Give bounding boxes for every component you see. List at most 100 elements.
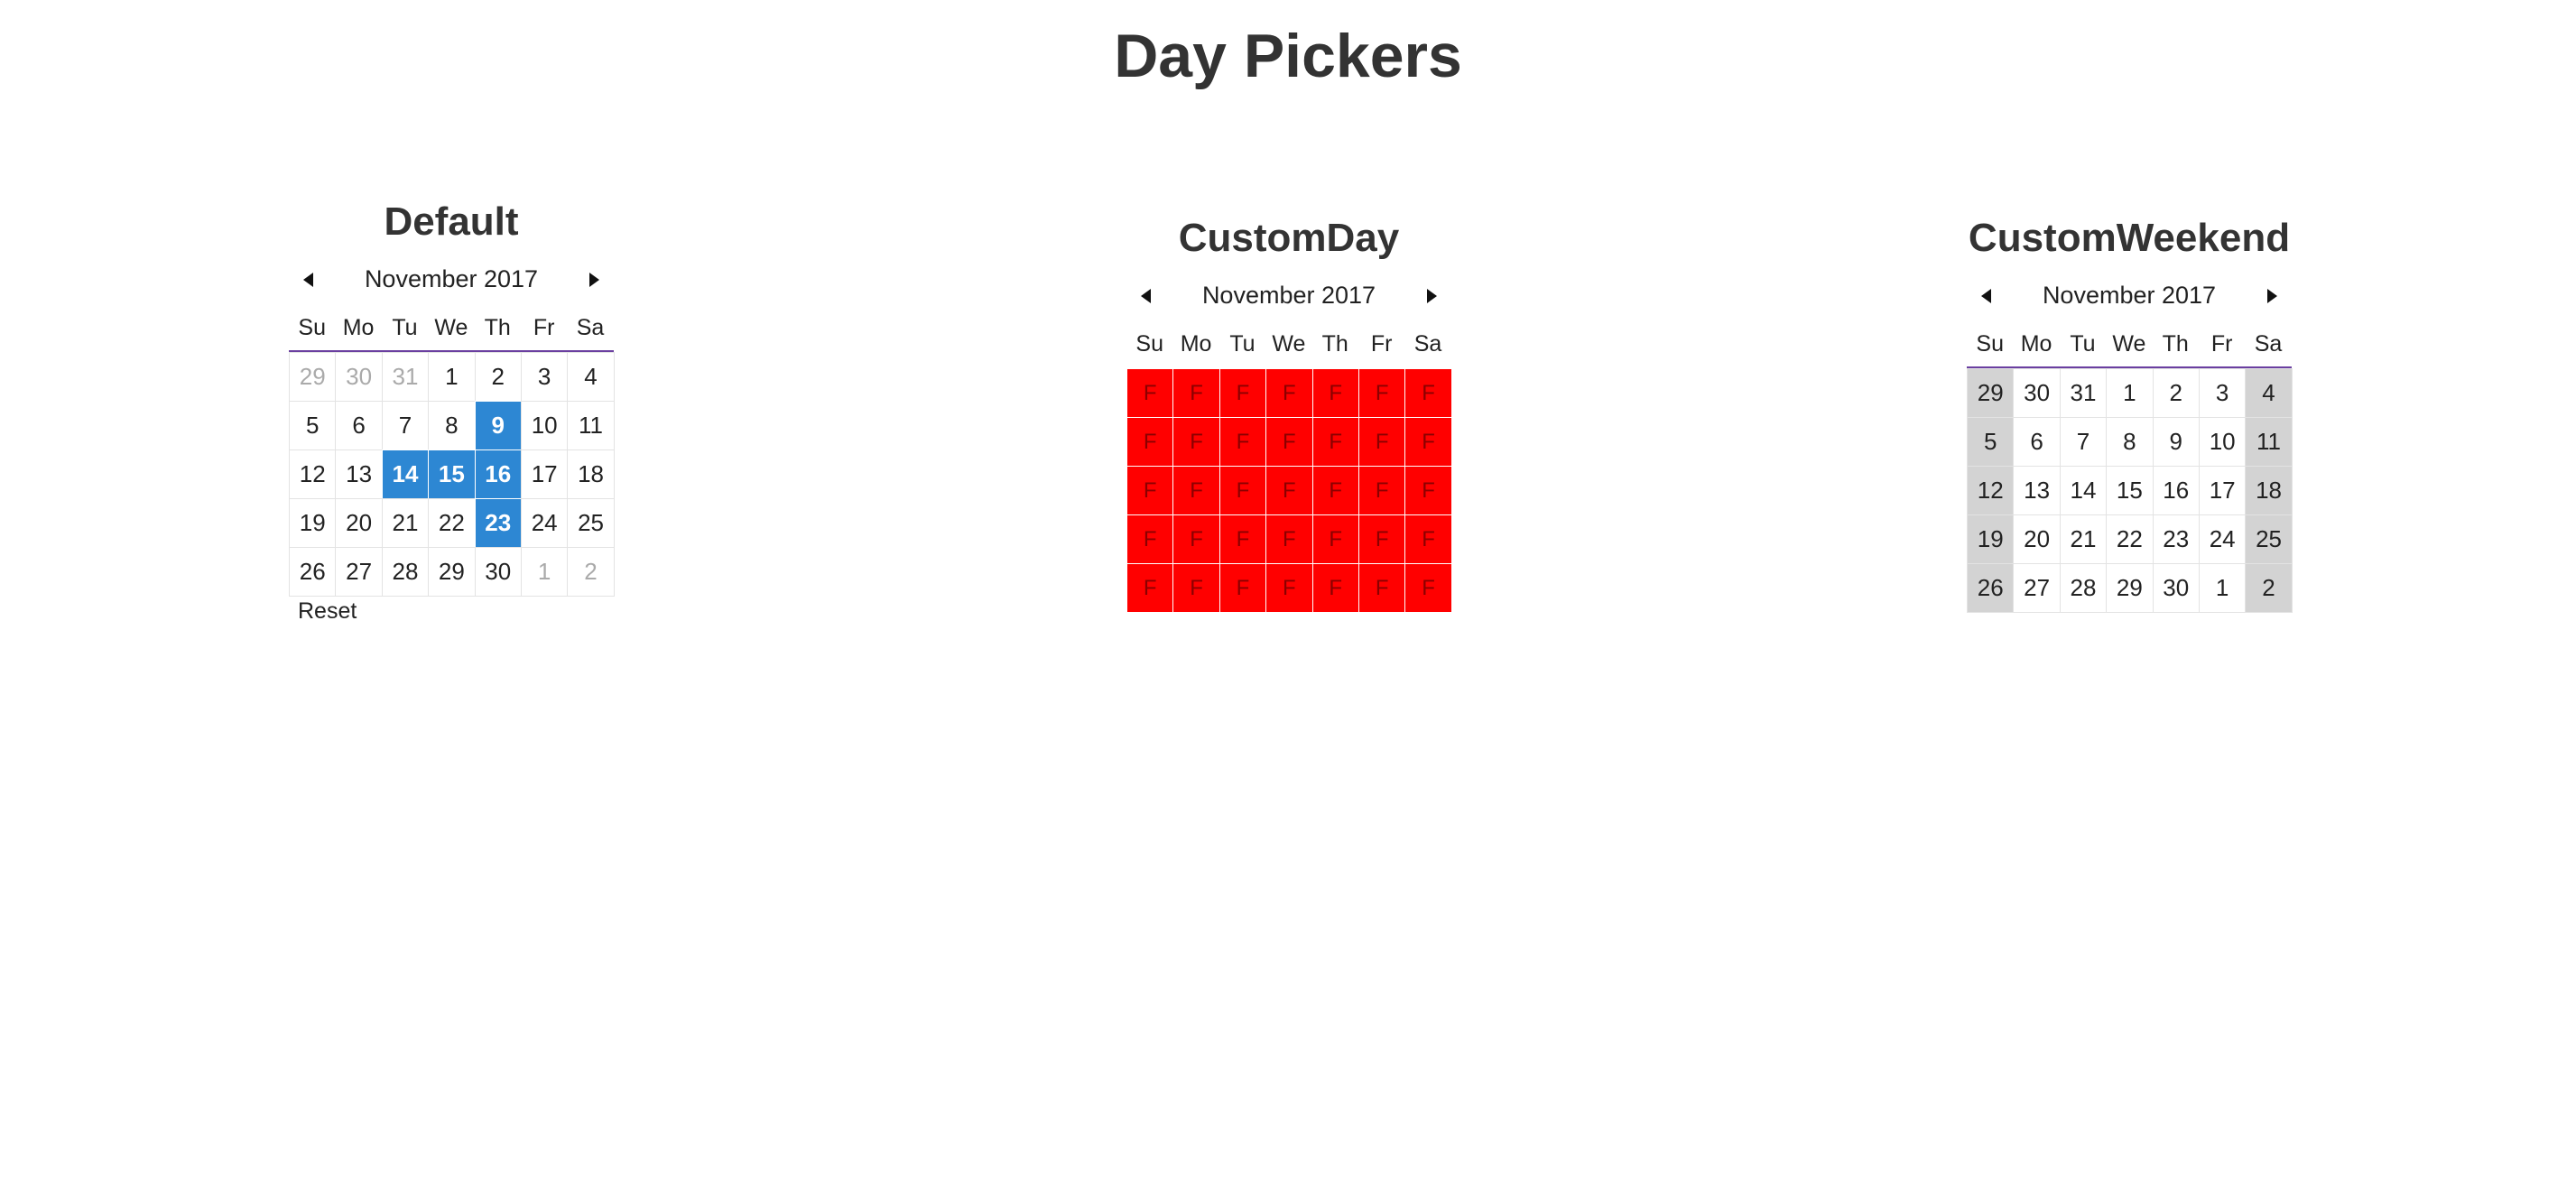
next-month-button[interactable]: [576, 253, 612, 305]
day-cell[interactable]: 30: [474, 547, 522, 597]
day-cell[interactable]: F: [1172, 514, 1220, 564]
day-cell[interactable]: 10: [2198, 417, 2247, 467]
day-cell[interactable]: 25: [2245, 514, 2293, 564]
day-cell[interactable]: 16: [474, 449, 522, 499]
day-cell[interactable]: 15: [428, 449, 476, 499]
day-cell[interactable]: F: [1357, 466, 1406, 515]
day-cell[interactable]: 2: [2152, 368, 2200, 418]
day-cell[interactable]: 12: [289, 449, 337, 499]
day-cell[interactable]: 18: [567, 449, 615, 499]
reset-button[interactable]: Reset: [298, 598, 357, 625]
day-cell[interactable]: 22: [428, 498, 476, 548]
day-cell[interactable]: 30: [335, 352, 383, 402]
day-cell[interactable]: F: [1126, 417, 1174, 467]
day-cell[interactable]: F: [1311, 368, 1359, 418]
day-cell[interactable]: 31: [2059, 368, 2108, 418]
day-cell[interactable]: 14: [381, 449, 430, 499]
day-cell[interactable]: F: [1126, 368, 1174, 418]
day-cell[interactable]: F: [1357, 563, 1406, 613]
day-cell[interactable]: 25: [567, 498, 615, 548]
day-cell[interactable]: 27: [2013, 563, 2061, 613]
day-cell[interactable]: 27: [335, 547, 383, 597]
day-cell[interactable]: 1: [520, 547, 569, 597]
day-cell[interactable]: F: [1357, 368, 1406, 418]
day-cell[interactable]: 15: [2106, 466, 2154, 515]
day-cell[interactable]: F: [1404, 563, 1452, 613]
day-cell[interactable]: 30: [2013, 368, 2061, 418]
day-cell[interactable]: 10: [520, 401, 569, 450]
day-cell[interactable]: 11: [567, 401, 615, 450]
day-cell[interactable]: 17: [520, 449, 569, 499]
day-cell[interactable]: F: [1265, 417, 1313, 467]
day-cell[interactable]: 26: [1967, 563, 2015, 613]
day-cell[interactable]: 24: [520, 498, 569, 548]
day-cell[interactable]: F: [1357, 514, 1406, 564]
day-cell[interactable]: 7: [381, 401, 430, 450]
day-cell[interactable]: 22: [2106, 514, 2154, 564]
day-cell[interactable]: 20: [2013, 514, 2061, 564]
next-month-button[interactable]: [2254, 269, 2290, 321]
day-cell[interactable]: 30: [2152, 563, 2200, 613]
day-cell[interactable]: F: [1172, 368, 1220, 418]
day-cell[interactable]: 9: [2152, 417, 2200, 467]
day-cell[interactable]: F: [1311, 563, 1359, 613]
day-cell[interactable]: 5: [1967, 417, 2015, 467]
day-cell[interactable]: F: [1172, 417, 1220, 467]
day-cell[interactable]: F: [1404, 514, 1452, 564]
day-cell[interactable]: 21: [2059, 514, 2108, 564]
day-cell[interactable]: 1: [2198, 563, 2247, 613]
day-cell[interactable]: 8: [428, 401, 476, 450]
day-cell[interactable]: 13: [335, 449, 383, 499]
day-cell[interactable]: F: [1265, 514, 1313, 564]
day-cell[interactable]: 3: [520, 352, 569, 402]
day-cell[interactable]: 1: [428, 352, 476, 402]
day-cell[interactable]: 19: [1967, 514, 2015, 564]
day-cell[interactable]: 1: [2106, 368, 2154, 418]
day-cell[interactable]: 28: [2059, 563, 2108, 613]
day-cell[interactable]: 29: [2106, 563, 2154, 613]
day-cell[interactable]: 3: [2198, 368, 2247, 418]
day-cell[interactable]: F: [1219, 466, 1267, 515]
day-cell[interactable]: F: [1311, 466, 1359, 515]
day-cell[interactable]: 20: [335, 498, 383, 548]
day-cell[interactable]: F: [1126, 514, 1174, 564]
day-cell[interactable]: F: [1265, 563, 1313, 613]
day-cell[interactable]: 16: [2152, 466, 2200, 515]
day-cell[interactable]: F: [1219, 368, 1267, 418]
day-cell[interactable]: F: [1219, 563, 1267, 613]
previous-month-button[interactable]: [1969, 269, 2005, 321]
day-cell[interactable]: 24: [2198, 514, 2247, 564]
day-cell[interactable]: F: [1172, 466, 1220, 515]
previous-month-button[interactable]: [1128, 269, 1164, 321]
day-cell[interactable]: F: [1404, 368, 1452, 418]
day-cell[interactable]: 29: [289, 352, 337, 402]
day-cell[interactable]: 9: [474, 401, 522, 450]
day-cell[interactable]: 31: [381, 352, 430, 402]
day-cell[interactable]: F: [1311, 514, 1359, 564]
day-cell[interactable]: 12: [1967, 466, 2015, 515]
day-cell[interactable]: 6: [335, 401, 383, 450]
next-month-button[interactable]: [1413, 269, 1450, 321]
day-cell[interactable]: F: [1357, 417, 1406, 467]
day-cell[interactable]: F: [1126, 466, 1174, 515]
day-cell[interactable]: 5: [289, 401, 337, 450]
day-cell[interactable]: F: [1265, 368, 1313, 418]
day-cell[interactable]: F: [1265, 466, 1313, 515]
day-cell[interactable]: 23: [2152, 514, 2200, 564]
day-cell[interactable]: 14: [2059, 466, 2108, 515]
day-cell[interactable]: 8: [2106, 417, 2154, 467]
day-cell[interactable]: 29: [428, 547, 476, 597]
day-cell[interactable]: 21: [381, 498, 430, 548]
previous-month-button[interactable]: [291, 253, 327, 305]
day-cell[interactable]: 23: [474, 498, 522, 548]
day-cell[interactable]: F: [1311, 417, 1359, 467]
day-cell[interactable]: 6: [2013, 417, 2061, 467]
day-cell[interactable]: 18: [2245, 466, 2293, 515]
day-cell[interactable]: 11: [2245, 417, 2293, 467]
day-cell[interactable]: 2: [474, 352, 522, 402]
day-cell[interactable]: 17: [2198, 466, 2247, 515]
day-cell[interactable]: 4: [2245, 368, 2293, 418]
day-cell[interactable]: F: [1219, 417, 1267, 467]
day-cell[interactable]: 4: [567, 352, 615, 402]
day-cell[interactable]: 2: [567, 547, 615, 597]
